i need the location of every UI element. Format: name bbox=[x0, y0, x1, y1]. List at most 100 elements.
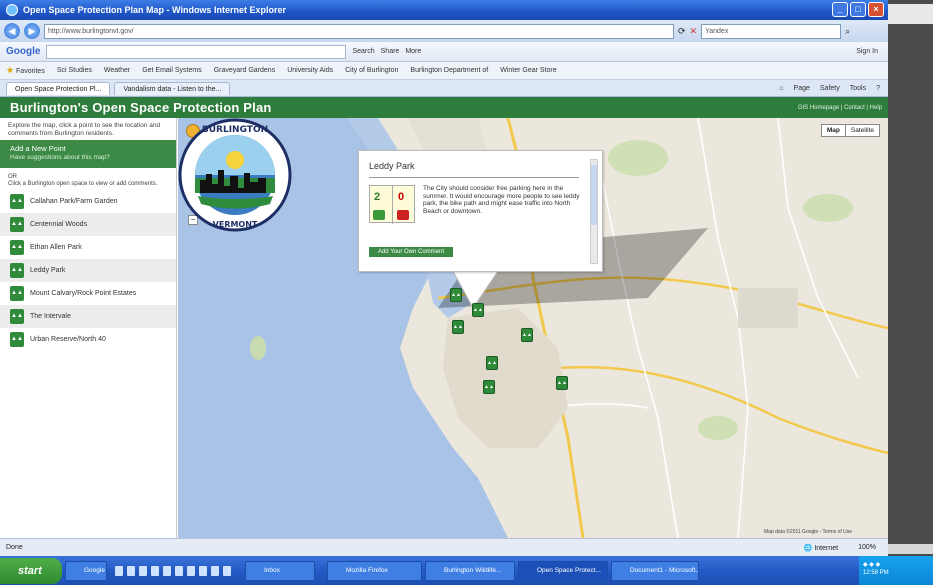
sidebar-intro: Explore the map, click a point to see th… bbox=[8, 122, 161, 137]
tools-menu[interactable]: Tools bbox=[850, 85, 866, 92]
quick-launch-icon[interactable] bbox=[223, 565, 231, 576]
help-icon[interactable]: ? bbox=[876, 85, 880, 92]
taskbar-inbox[interactable]: Inbox bbox=[245, 560, 315, 581]
close-button[interactable]: × bbox=[868, 2, 884, 17]
map-attribution[interactable]: Map data ©2011 Google - Terms of Use bbox=[764, 529, 852, 535]
favorite-link[interactable]: Weather bbox=[104, 67, 130, 74]
status-right: 🌐 Internet 100% bbox=[804, 544, 888, 552]
logo-text-top: BURLINGTON bbox=[202, 125, 268, 135]
google-more-button[interactable]: More bbox=[405, 48, 421, 55]
park-area bbox=[608, 140, 668, 176]
quick-launch-icon[interactable] bbox=[127, 565, 135, 576]
quick-launch-icon[interactable] bbox=[115, 565, 123, 576]
favorite-link[interactable]: University Aids bbox=[287, 67, 333, 74]
quick-launch-icon[interactable] bbox=[139, 565, 147, 576]
map-marker[interactable]: ▲▲ bbox=[472, 303, 484, 317]
taskbar-firefox[interactable]: Mozilla Firefox bbox=[327, 560, 422, 581]
burlington-logo: BURLINGTON VERMONT bbox=[178, 118, 292, 232]
list-item[interactable]: ▲▲ Centennial Woods bbox=[0, 213, 176, 236]
vote-down-count: 0 bbox=[398, 191, 405, 203]
google-share-button[interactable]: Share bbox=[381, 48, 400, 55]
info-window-scrollbar[interactable] bbox=[590, 159, 598, 264]
map-marker[interactable]: ▲▲ bbox=[452, 320, 464, 334]
map-canvas[interactable]: + − Map Satellite ▲▲ ▲▲ ▲▲ ▲▲ ▲▲ ▲▲ ▲▲ L… bbox=[178, 118, 888, 538]
header-links[interactable]: GIS Homepage | Contact | Help bbox=[798, 105, 888, 111]
desktop-window-edge-bottom bbox=[888, 544, 933, 554]
map-type-satellite-button[interactable]: Satellite bbox=[846, 125, 879, 136]
favorites-label: Favorites bbox=[16, 68, 45, 75]
scrollbar-thumb[interactable] bbox=[591, 165, 597, 225]
thumbs-up-icon[interactable] bbox=[373, 210, 385, 220]
refresh-icon[interactable]: ⟳ bbox=[678, 26, 686, 37]
safety-menu[interactable]: Safety bbox=[820, 85, 840, 92]
ie-icon bbox=[6, 4, 18, 16]
maximize-button[interactable]: □ bbox=[850, 2, 866, 17]
list-item[interactable]: ▲▲ Callahan Park/Farm Garden bbox=[0, 190, 176, 213]
google-signin-button[interactable]: Sign In bbox=[856, 48, 888, 55]
window-controls: _ □ × bbox=[832, 2, 884, 17]
home-icon[interactable]: ⌂ bbox=[779, 85, 783, 92]
list-item[interactable]: ▲▲ Leddy Park bbox=[0, 259, 176, 282]
clock[interactable]: 12:58 PM bbox=[863, 569, 929, 577]
map-marker[interactable]: ▲▲ bbox=[486, 356, 498, 370]
zoom-level[interactable]: 100% bbox=[858, 544, 876, 552]
thumbs-down-icon[interactable] bbox=[397, 210, 409, 220]
favorite-link[interactable]: Graveyard Gardens bbox=[214, 67, 275, 74]
page-title: Burlington's Open Space Protection Plan bbox=[10, 100, 272, 115]
map-marker[interactable]: ▲▲ bbox=[450, 288, 462, 302]
command-bar: ⌂ Page Safety Tools ? bbox=[779, 85, 888, 92]
town-area bbox=[738, 288, 798, 328]
minimize-button[interactable]: _ bbox=[832, 2, 848, 17]
forward-button[interactable]: ▶ bbox=[24, 23, 40, 39]
favorite-link[interactable]: Winter Gear Store bbox=[500, 67, 556, 74]
tray-icons: ◆ ◆ ◆ bbox=[863, 562, 881, 568]
taskbar-google[interactable]: Google bbox=[65, 560, 107, 581]
taskbar-document[interactable]: Document1 - Microsoft... bbox=[611, 560, 699, 581]
add-point-button[interactable]: Add a New Point Have suggestions about t… bbox=[0, 140, 176, 168]
list-item[interactable]: ▲▲ Mount Calvary/Rock Point Estates bbox=[0, 282, 176, 305]
favorite-link[interactable]: Burlington Department of bbox=[410, 67, 488, 74]
list-item[interactable]: ▲▲ The Intervale bbox=[0, 305, 176, 328]
map-marker[interactable]: ▲▲ bbox=[521, 328, 533, 342]
google-search-button[interactable]: Search bbox=[352, 48, 374, 55]
list-item[interactable]: ▲▲ Urban Reserve/North 40 bbox=[0, 328, 176, 351]
stop-icon[interactable]: ✕ bbox=[690, 26, 698, 37]
info-window-title: Leddy Park bbox=[369, 161, 415, 171]
taskbar-wildlife[interactable]: Burlington Wildlife... bbox=[425, 560, 515, 581]
map-marker[interactable]: ▲▲ bbox=[483, 380, 495, 394]
tab-vandalism[interactable]: Vandalism data - Listen to the... bbox=[114, 81, 231, 95]
google-logo: Google bbox=[6, 46, 41, 57]
map-type-map-button[interactable]: Map bbox=[822, 125, 846, 136]
quick-launch-icon[interactable] bbox=[199, 565, 207, 576]
logo-text-bottom: VERMONT bbox=[213, 220, 258, 229]
vote-divider bbox=[392, 186, 393, 224]
list-item-label: The Intervale bbox=[30, 313, 71, 320]
search-input[interactable]: Yandex bbox=[701, 23, 842, 39]
favorites-button[interactable]: ★ Favorites bbox=[6, 65, 45, 76]
tab-open-space[interactable]: Open Space Protection Pl... bbox=[6, 81, 111, 95]
quick-launch-icon[interactable] bbox=[163, 565, 171, 576]
window-title: Open Space Protection Plan Map - Windows… bbox=[23, 5, 286, 15]
favorite-link[interactable]: City of Burlington bbox=[345, 67, 398, 74]
globe-icon: 🌐 bbox=[803, 544, 813, 552]
list-item[interactable]: ▲▲ Ethan Allen Park bbox=[0, 236, 176, 259]
desktop-window-edge bbox=[888, 4, 933, 24]
quick-launch-icon[interactable] bbox=[187, 565, 195, 576]
search-icon[interactable]: ⌕ bbox=[845, 26, 850, 37]
taskbar-open-space[interactable]: Open Space Protect... bbox=[518, 560, 608, 581]
start-button[interactable]: start bbox=[0, 557, 62, 584]
security-zone: 🌐 Internet bbox=[804, 544, 838, 552]
favorite-link[interactable]: Get Email Systems bbox=[142, 67, 202, 74]
map-marker[interactable]: ▲▲ bbox=[556, 376, 568, 390]
page-menu[interactable]: Page bbox=[794, 85, 810, 92]
url-input[interactable]: http://www.burlingtonvt.gov/ bbox=[44, 23, 674, 39]
google-search-input[interactable] bbox=[46, 44, 347, 59]
quick-launch-icon[interactable] bbox=[211, 565, 219, 576]
quick-launch-icon[interactable] bbox=[151, 565, 159, 576]
park-pin-icon: ▲▲ bbox=[10, 263, 24, 278]
add-comment-button[interactable]: Add Your Own Comment bbox=[369, 247, 453, 257]
quick-launch-icon[interactable] bbox=[175, 565, 183, 576]
taskbar: start Google Inbox Mozilla Firefox Burli… bbox=[0, 556, 933, 585]
favorite-link[interactable]: Sci Studies bbox=[57, 67, 92, 74]
back-button[interactable]: ◀ bbox=[4, 23, 20, 39]
